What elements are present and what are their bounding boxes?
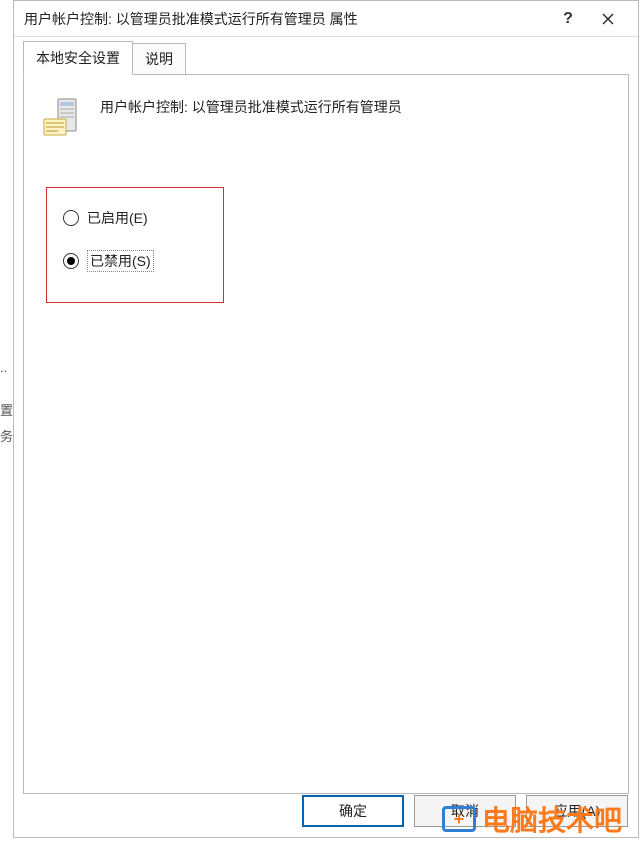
policy-header: 用户帐户控制: 以管理员批准模式运行所有管理员 — [40, 95, 612, 139]
titlebar: 用户帐户控制: 以管理员批准模式运行所有管理员 属性 ? — [14, 1, 638, 37]
radio-icon-checked — [63, 253, 79, 269]
apply-button[interactable]: 应用(A) — [526, 795, 628, 827]
radio-label-disabled: 已禁用(S) — [87, 250, 154, 272]
help-button[interactable]: ? — [548, 1, 588, 36]
tab-explain[interactable]: 说明 — [132, 43, 186, 75]
policy-title: 用户帐户控制: 以管理员批准模式运行所有管理员 — [100, 95, 402, 117]
radio-icon — [63, 210, 79, 226]
tab-panel: 用户帐户控制: 以管理员批准模式运行所有管理员 已启用(E) 已禁用(S) — [23, 74, 629, 794]
dialog-window: 用户帐户控制: 以管理员批准模式运行所有管理员 属性 ? 本地安全设置 说明 — [13, 0, 639, 838]
dialog-title: 用户帐户控制: 以管理员批准模式运行所有管理员 属性 — [24, 9, 548, 29]
background-fragment: 置 — [0, 400, 13, 419]
policy-icon — [40, 95, 84, 139]
radio-label-enabled: 已启用(E) — [87, 208, 148, 228]
radio-option-disabled[interactable]: 已禁用(S) — [63, 250, 207, 272]
close-button[interactable] — [588, 1, 628, 36]
radio-group-highlight: 已启用(E) 已禁用(S) — [46, 187, 224, 303]
cancel-button[interactable]: 取消 — [414, 795, 516, 827]
background-fragment: 务 — [0, 426, 13, 445]
background-fragment: .. — [0, 360, 7, 375]
close-icon — [602, 13, 614, 25]
tab-local-security[interactable]: 本地安全设置 — [23, 41, 133, 75]
ok-button[interactable]: 确定 — [302, 795, 404, 827]
button-bar: 确定 取消 应用(A) — [302, 795, 628, 827]
tab-strip: 本地安全设置 说明 — [23, 47, 629, 75]
content-area: 本地安全设置 说明 用户帐户控制: 以管理员批准模式运行所有管理员 — [14, 37, 638, 837]
radio-option-enabled[interactable]: 已启用(E) — [63, 208, 207, 228]
